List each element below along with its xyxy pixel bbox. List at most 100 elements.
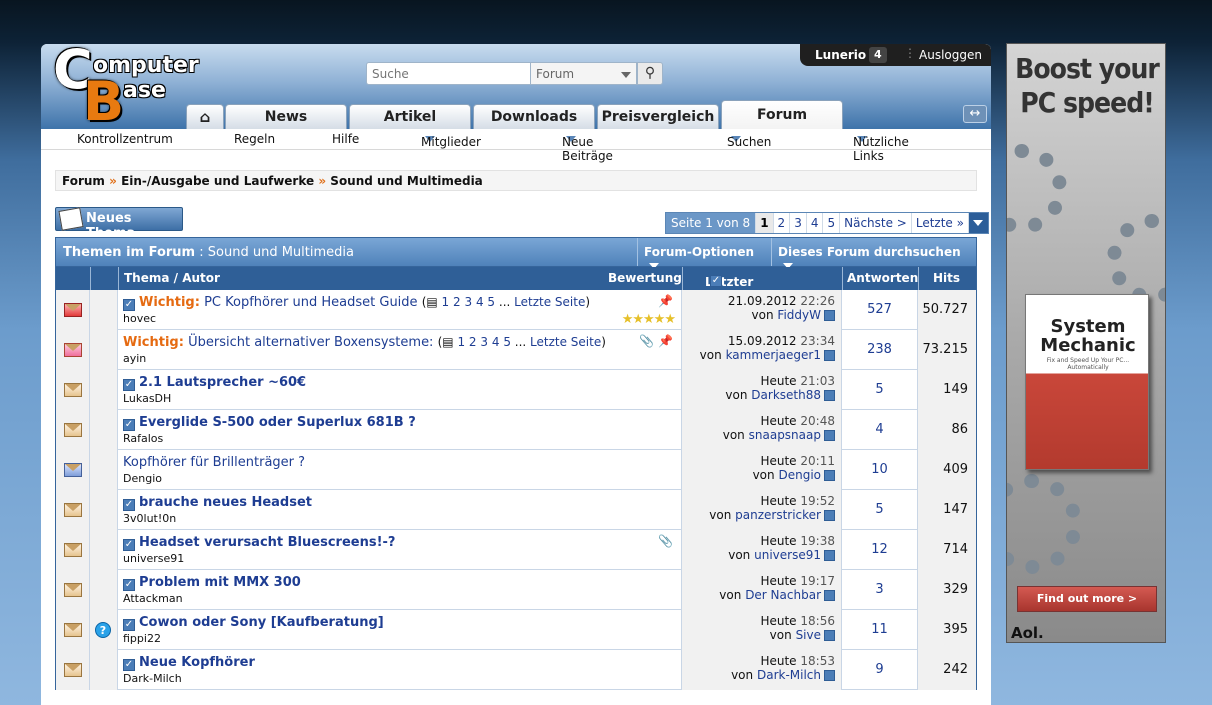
replies-count[interactable]: 238 [867, 342, 892, 357]
next-page-link[interactable]: Nächste > [839, 213, 911, 233]
replies-count[interactable]: 9 [875, 662, 883, 677]
thread-page-link[interactable]: 1 [457, 335, 465, 349]
column-thread[interactable]: Thema / Autor [124, 271, 220, 285]
breadcrumb-forum[interactable]: Forum [62, 174, 105, 188]
forum-options-menu[interactable]: Forum-Optionen [637, 238, 771, 269]
search-button[interactable]: ⚲ [637, 62, 663, 85]
subnav-hilfe[interactable]: Hilfe [332, 132, 359, 146]
subnav-kontrollzentrum[interactable]: Kontrollzentrum [77, 132, 173, 146]
thread-page-link[interactable]: 2 [453, 295, 461, 309]
replies-count[interactable]: 527 [867, 302, 892, 317]
last-post-author[interactable]: Darkseth88 [751, 388, 821, 402]
thread-author[interactable]: ayin [123, 352, 146, 365]
last-post-author[interactable]: panzerstricker [735, 508, 821, 522]
thread-last-page-link[interactable]: Letzte Seite [514, 295, 585, 309]
goto-last-post-icon[interactable] [824, 390, 835, 401]
goto-last-post-icon[interactable] [824, 310, 835, 321]
replies-count[interactable]: 3 [875, 582, 883, 597]
subnav-mitglieder[interactable]: Mitglieder [421, 132, 481, 149]
tab-artikel[interactable]: Artikel [349, 104, 471, 129]
thread-author[interactable]: 3v0lut!0n [123, 512, 176, 525]
thread-title-link[interactable]: Neue Kopfhörer [139, 655, 255, 670]
expand-width-button[interactable]: ↔ [963, 105, 987, 123]
breadcrumb-category[interactable]: Ein-/Ausgabe und Laufwerke [121, 174, 314, 188]
goto-last-post-icon[interactable] [824, 470, 835, 481]
goto-last-post-icon[interactable] [824, 430, 835, 441]
subnav-neue-beitraege[interactable]: Neue Beiträge [562, 132, 613, 163]
last-post-author[interactable]: snaapsnaap [749, 428, 821, 442]
notification-count[interactable]: 4 [869, 47, 887, 63]
tab-news[interactable]: News [225, 104, 347, 129]
goto-last-post-icon[interactable] [824, 550, 835, 561]
goto-last-post-icon[interactable] [824, 590, 835, 601]
breadcrumb-current[interactable]: Sound und Multimedia [330, 174, 482, 188]
replies-count[interactable]: 12 [871, 542, 888, 557]
thread-title-link[interactable]: Übersicht alternativer Boxensysteme: [188, 335, 433, 350]
tab-home[interactable]: ⌂ [186, 104, 224, 129]
page-link[interactable]: 5 [822, 213, 839, 233]
thread-author[interactable]: fippi22 [123, 632, 161, 645]
subnav-regeln[interactable]: Regeln [234, 132, 275, 146]
column-rating[interactable]: Bewertung [608, 271, 682, 285]
last-post-author[interactable]: universe91 [754, 548, 821, 562]
replies-count[interactable]: 5 [875, 502, 883, 517]
column-replies[interactable]: Antworten [847, 271, 918, 285]
replies-count[interactable]: 10 [871, 462, 888, 477]
thread-page-link[interactable]: 2 [469, 335, 477, 349]
column-hits[interactable]: Hits [933, 271, 960, 285]
thread-author[interactable]: universe91 [123, 552, 184, 565]
computerbase-logo[interactable]: C omputer B ase [53, 44, 203, 133]
advertisement[interactable]: Boost your PC speed! System Mechanic Fix… [1006, 43, 1166, 643]
thread-page-link[interactable]: 1 [442, 295, 450, 309]
thread-title-link[interactable]: Problem mit MMX 300 [139, 575, 301, 590]
search-scope-select[interactable]: Forum [530, 62, 637, 85]
new-thread-button[interactable]: Neues Thema [55, 207, 183, 241]
thread-page-link[interactable]: 5 [503, 335, 511, 349]
thread-author[interactable]: LukasDH [123, 392, 171, 405]
thread-title-link[interactable]: Kopfhörer für Brillenträger ? [123, 455, 305, 470]
subnav-nuetzliche-links[interactable]: Nützliche Links [853, 132, 909, 163]
tab-downloads[interactable]: Downloads [473, 104, 595, 129]
last-post-author[interactable]: kammerjaeger1 [726, 348, 821, 362]
thread-last-page-link[interactable]: Letzte Seite [530, 335, 601, 349]
last-post-author[interactable]: Der Nachbar [745, 588, 821, 602]
forum-search-menu[interactable]: Dieses Forum durchsuchen [771, 238, 977, 269]
search-input[interactable] [366, 62, 531, 85]
replies-count[interactable]: 11 [871, 622, 888, 637]
ad-cta-button[interactable]: Find out more > [1017, 586, 1157, 612]
thread-page-link[interactable]: 3 [480, 335, 488, 349]
thread-title-link[interactable]: PC Kopfhörer und Headset Guide [204, 295, 417, 310]
thread-author[interactable]: hovec [123, 312, 156, 325]
goto-last-post-icon[interactable] [824, 510, 835, 521]
thread-title-link[interactable]: brauche neues Headset [139, 495, 312, 510]
logout-link[interactable]: Ausloggen [919, 48, 982, 62]
tab-preisvergleich[interactable]: Preisvergleich [597, 104, 719, 129]
replies-count[interactable]: 4 [875, 422, 883, 437]
goto-last-post-icon[interactable] [824, 670, 835, 681]
last-post-author[interactable]: FiddyW [777, 308, 821, 322]
username[interactable]: Lunerio [815, 48, 866, 62]
thread-author[interactable]: Rafalos [123, 432, 163, 445]
thread-title-link[interactable]: Everglide S-500 oder Superlux 681B ? [139, 415, 416, 430]
thread-author[interactable]: Dark-Milch [123, 672, 182, 685]
thread-author[interactable]: Attackman [123, 592, 183, 605]
thread-page-link[interactable]: 4 [476, 295, 484, 309]
thread-title-link[interactable]: 2.1 Lautsprecher ~60€ [139, 375, 306, 390]
last-page-link[interactable]: Letzte » [910, 213, 968, 233]
last-post-author[interactable]: Dark-Milch [757, 668, 821, 682]
goto-last-post-icon[interactable] [824, 630, 835, 641]
subnav-suchen[interactable]: Suchen [727, 132, 771, 149]
goto-last-post-icon[interactable] [824, 350, 835, 361]
page-jump-button[interactable] [967, 213, 988, 233]
thread-author[interactable]: Dengio [123, 472, 162, 485]
thread-page-link[interactable]: 4 [492, 335, 500, 349]
replies-count[interactable]: 5 [875, 382, 883, 397]
page-link[interactable]: 3 [789, 213, 806, 233]
last-post-author[interactable]: Sive [796, 628, 821, 642]
last-post-author[interactable]: Dengio [778, 468, 821, 482]
tab-forum[interactable]: Forum [721, 100, 843, 129]
thread-title-link[interactable]: Cowon oder Sony [Kaufberatung] [139, 615, 384, 630]
thread-page-link[interactable]: 5 [487, 295, 495, 309]
thread-title-link[interactable]: Headset verursacht Bluescreens!-? [139, 535, 395, 550]
page-link[interactable]: 4 [805, 213, 823, 233]
